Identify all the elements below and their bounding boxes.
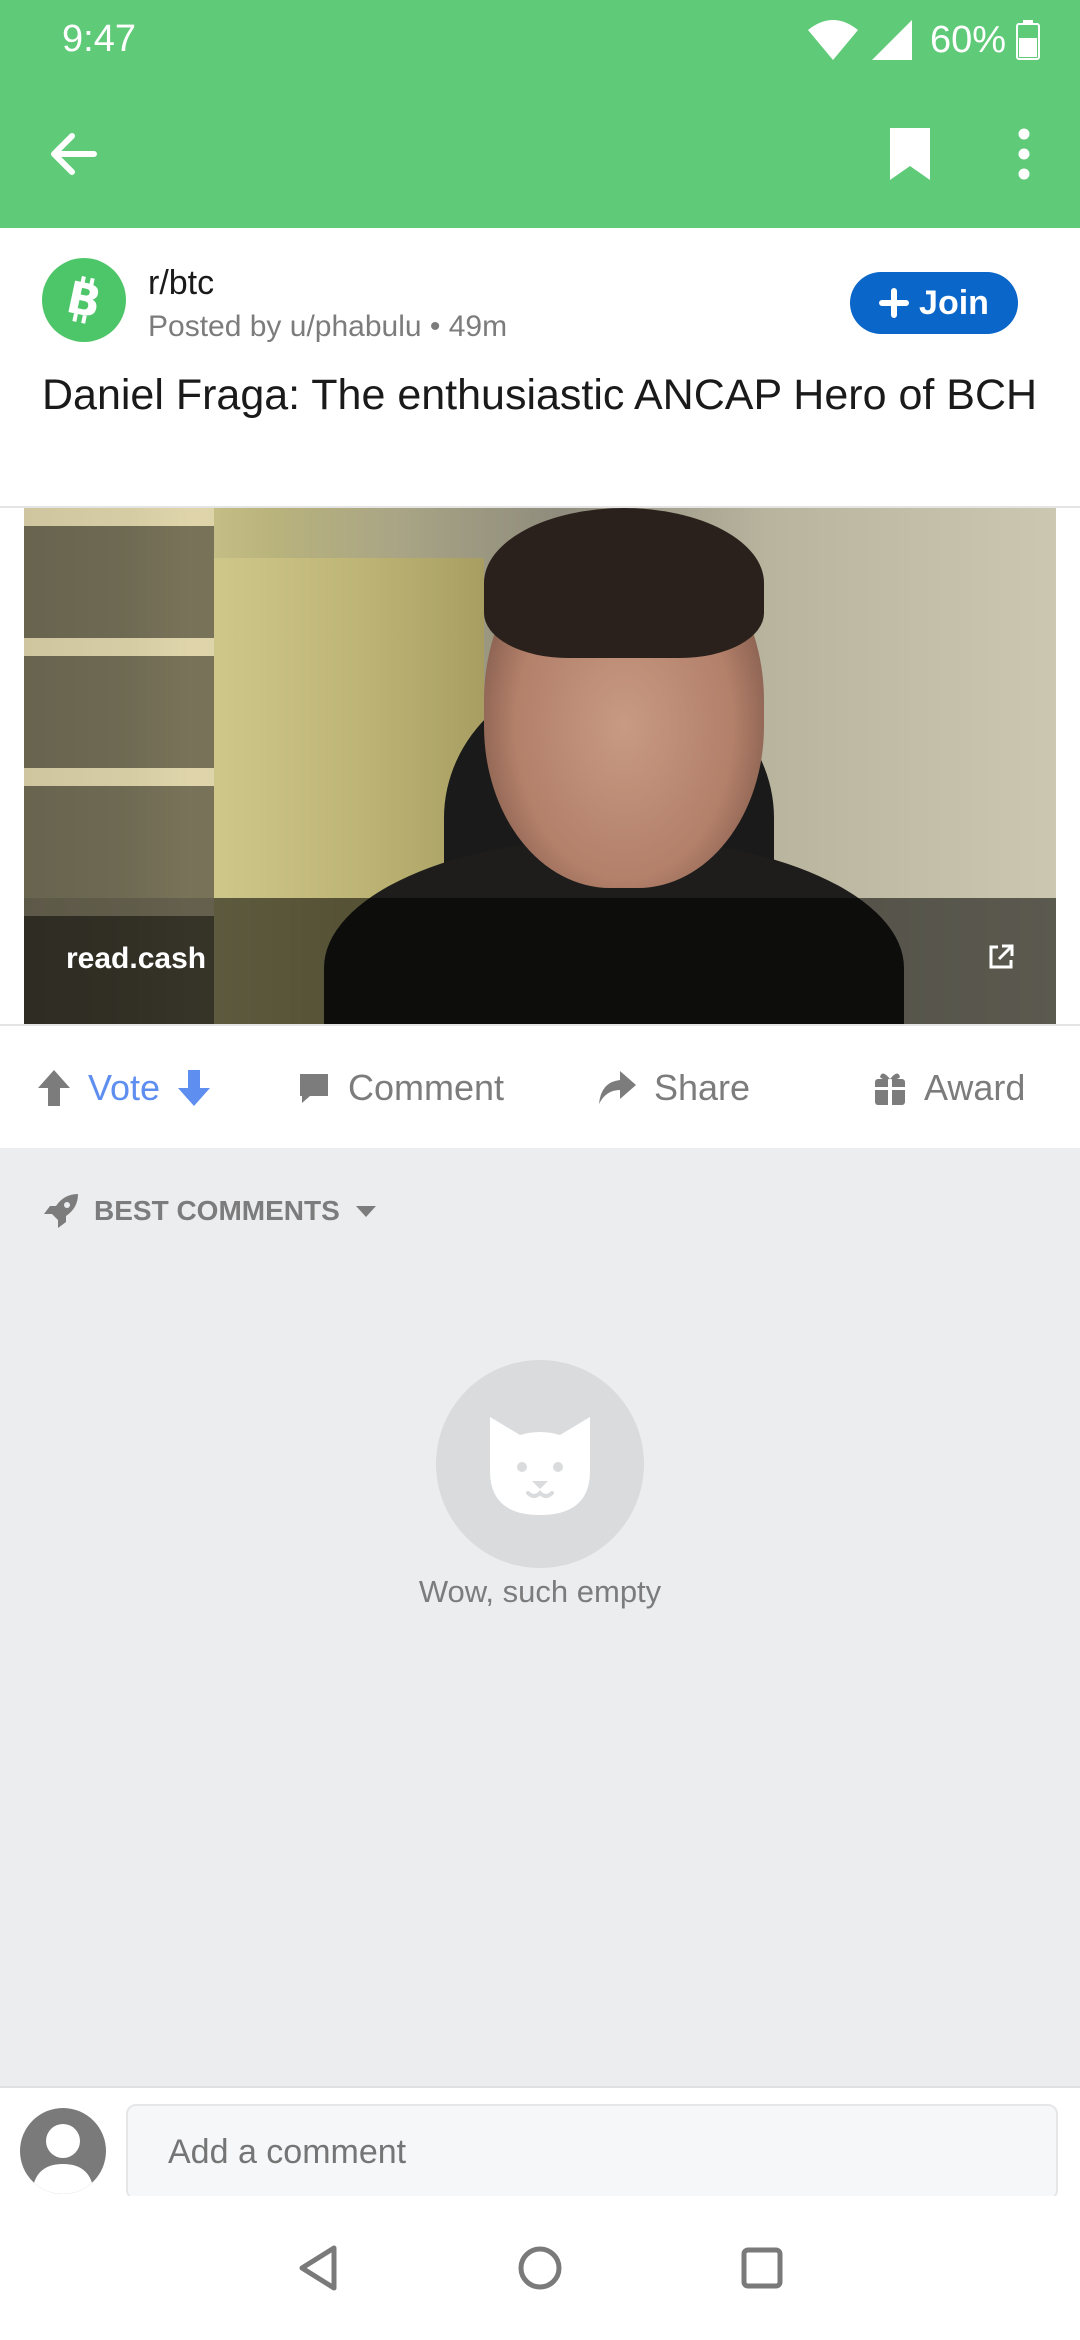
comment-icon bbox=[300, 1074, 328, 1103]
empty-state-illustration bbox=[436, 1360, 644, 1568]
signal-icon bbox=[871, 20, 912, 60]
battery-percent: 60% bbox=[929, 18, 1006, 61]
downvote-icon[interactable] bbox=[176, 1068, 212, 1108]
comment-composer bbox=[0, 2086, 1080, 2200]
app-bar: 9:47 60% bbox=[0, 0, 1080, 228]
post-card: B r/btc Posted by u/phabulu • 49m Join D… bbox=[0, 228, 1080, 1148]
post-actions: Vote Comment Share Award bbox=[0, 1028, 1080, 1148]
cat-face-icon bbox=[490, 1417, 590, 1515]
more-vertical-icon bbox=[1018, 128, 1030, 180]
caret-down-icon bbox=[355, 1206, 376, 1217]
thumbnail-person-hair bbox=[484, 508, 764, 658]
bookmark-icon bbox=[890, 128, 930, 180]
bitcoin-icon: B bbox=[62, 273, 105, 327]
share-label: Share bbox=[654, 1067, 751, 1108]
external-link-icon bbox=[989, 944, 1014, 969]
empty-state-text: Wow, such empty bbox=[418, 1574, 662, 1609]
share-button[interactable]: Share bbox=[596, 1028, 750, 1148]
nav-recents-button[interactable] bbox=[732, 2238, 792, 2298]
add-comment-input[interactable] bbox=[126, 2104, 1058, 2200]
subreddit-name[interactable]: r/btc bbox=[148, 264, 214, 303]
back-button[interactable] bbox=[44, 124, 104, 184]
square-recents-icon bbox=[741, 2247, 783, 2289]
sort-label: BEST COMMENTS bbox=[94, 1195, 340, 1226]
more-options-button[interactable] bbox=[1004, 124, 1044, 184]
circle-home-icon bbox=[518, 2246, 562, 2290]
join-label: Join bbox=[919, 283, 989, 322]
battery-icon bbox=[1016, 20, 1040, 60]
nav-home-button[interactable] bbox=[510, 2238, 570, 2298]
join-button[interactable]: Join bbox=[850, 272, 1018, 334]
post-meta: Posted by u/phabulu • 49m bbox=[148, 310, 508, 343]
comment-button[interactable]: Comment bbox=[296, 1028, 504, 1148]
subreddit-avatar[interactable]: B bbox=[42, 258, 126, 342]
link-domain-bar: read.cash bbox=[24, 898, 1056, 1024]
link-domain: read.cash bbox=[66, 942, 207, 975]
system-nav-bar bbox=[0, 2196, 1080, 2340]
comment-sort-selector[interactable]: BEST COMMENTS bbox=[42, 1192, 378, 1230]
save-post-button[interactable] bbox=[880, 124, 940, 184]
triangle-back-icon bbox=[299, 2245, 337, 2291]
video-thumbnail: read.cash bbox=[24, 508, 1056, 1024]
status-icons: 60% bbox=[806, 14, 1040, 66]
comment-label: Comment bbox=[348, 1067, 505, 1108]
user-icon bbox=[32, 2124, 94, 2194]
vote-group: Vote bbox=[36, 1028, 212, 1148]
share-icon bbox=[599, 1071, 636, 1104]
rocket-icon bbox=[44, 1194, 78, 1228]
vote-label: Vote bbox=[88, 1067, 161, 1108]
award-label: Award bbox=[924, 1067, 1026, 1108]
arrow-left-icon bbox=[51, 133, 97, 175]
upvote-icon[interactable] bbox=[36, 1068, 72, 1108]
nav-back-button[interactable] bbox=[290, 2238, 350, 2298]
plus-icon bbox=[879, 288, 910, 318]
user-avatar[interactable] bbox=[20, 2108, 106, 2194]
post-title: Daniel Fraga: The enthusiastic ANCAP Her… bbox=[42, 371, 1038, 419]
wifi-icon bbox=[807, 20, 858, 60]
gift-icon bbox=[875, 1073, 905, 1105]
award-button[interactable]: Award bbox=[872, 1028, 1025, 1148]
status-time: 9:47 bbox=[62, 18, 136, 60]
link-preview[interactable]: read.cash bbox=[0, 506, 1080, 1026]
